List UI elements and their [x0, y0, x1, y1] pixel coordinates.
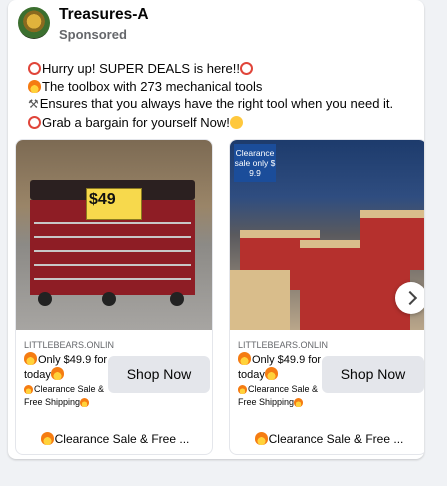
- post-line: Grab a bargain for yourself Now!: [28, 114, 393, 132]
- fire-icon: [24, 385, 33, 394]
- clearance-badge: Clearance sale only $ 9.9: [234, 144, 276, 182]
- offer-text: Only $49.9 for today: [24, 352, 108, 381]
- shop-now-button[interactable]: Shop Now: [108, 356, 210, 393]
- page-name[interactable]: Treasures-A: [59, 6, 149, 24]
- product-image-toolbox[interactable]: $49: [16, 140, 212, 330]
- carousel-next-button[interactable]: [395, 282, 424, 314]
- fire-icon: [40, 432, 54, 445]
- offer-details: Clearance Sale & Free Shipping: [238, 384, 319, 407]
- fire-icon: [50, 367, 64, 380]
- fire-icon: [254, 432, 268, 445]
- post-line: ⚒Ensures that you always have the right …: [28, 95, 393, 114]
- fire-icon: [238, 385, 247, 394]
- alarm-clock-icon: [28, 115, 41, 129]
- heart-eyes-icon: [229, 115, 243, 129]
- alarm-clock-icon: [28, 62, 41, 75]
- ad-post-card: Treasures-A Sponsored Hurry up! SUPER DE…: [8, 0, 424, 459]
- fire-icon: [24, 352, 37, 365]
- page-avatar[interactable]: [18, 7, 50, 39]
- tools-icon: ⚒: [28, 97, 39, 111]
- alarm-clock-icon: [239, 62, 253, 75]
- offer-details: Clearance Sale & Free Shipping: [24, 384, 105, 407]
- fire-icon: [294, 398, 304, 407]
- item-caption: Clearance Sale & Free ...: [230, 432, 424, 446]
- fire-icon: [80, 398, 90, 407]
- sponsored-label[interactable]: Sponsored: [59, 27, 127, 42]
- offer-text: Only $49.9 for today: [238, 352, 322, 381]
- shop-now-button[interactable]: Shop Now: [322, 356, 424, 393]
- item-caption: Clearance Sale & Free ...: [16, 432, 212, 446]
- carousel-item[interactable]: $49 LITTLEBEARS.ONLIN Only $49.9 for tod…: [15, 139, 213, 455]
- fire-icon: [28, 79, 41, 93]
- source-domain: LITTLEBEARS.ONLIN: [24, 340, 115, 350]
- post-line: The toolbox with 273 mechanical tools: [28, 78, 393, 96]
- product-carousel: $49 LITTLEBEARS.ONLIN Only $49.9 for tod…: [15, 139, 424, 455]
- post-text: Hurry up! SUPER DEALS is here!! The tool…: [28, 60, 393, 131]
- fire-icon: [238, 352, 251, 365]
- post-line: Hurry up! SUPER DEALS is here!!: [28, 60, 393, 78]
- fire-icon: [264, 367, 278, 380]
- source-domain: LITTLEBEARS.ONLIN: [238, 340, 329, 350]
- price-tag: $49: [86, 188, 142, 220]
